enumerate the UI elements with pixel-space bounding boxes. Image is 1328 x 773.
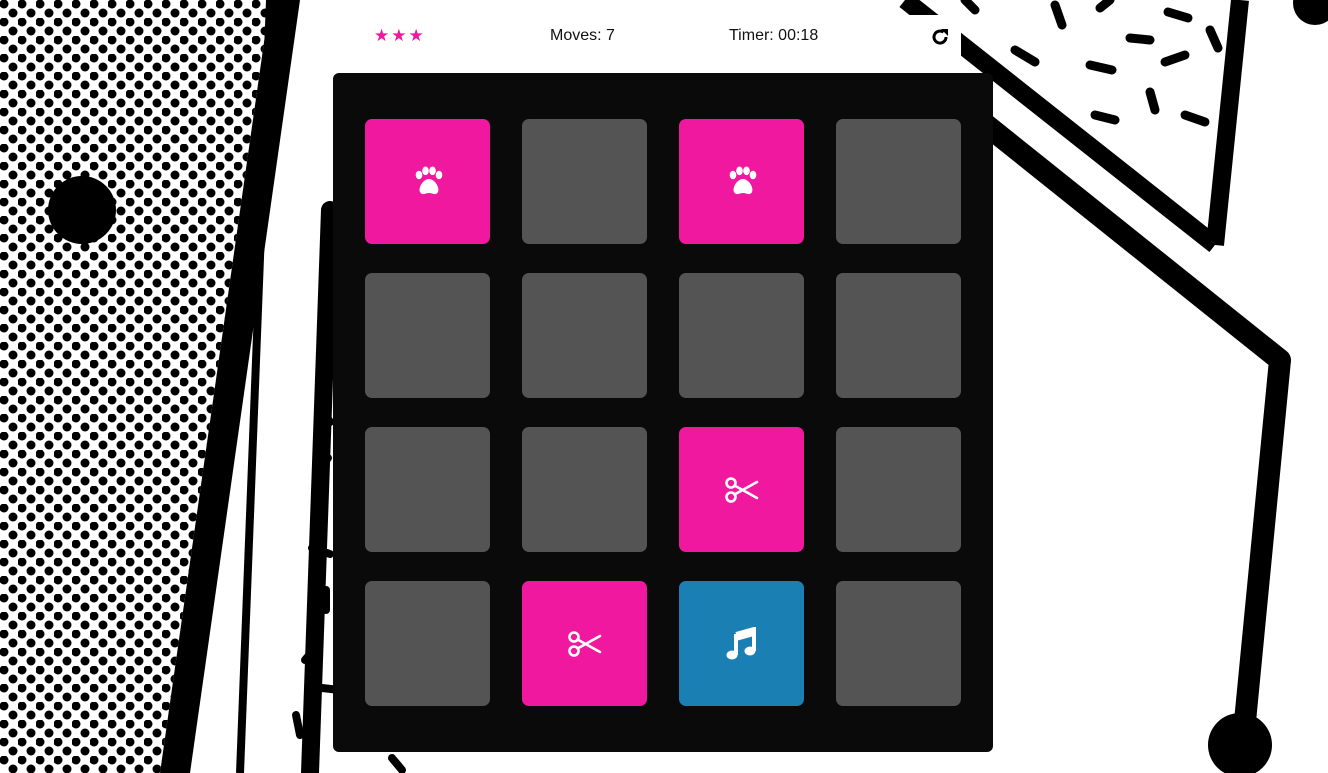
timer: Timer: 00:18 bbox=[729, 27, 819, 44]
card-match[interactable] bbox=[522, 581, 647, 706]
paw-icon bbox=[411, 166, 445, 198]
card-hidden[interactable] bbox=[836, 119, 961, 244]
card-hidden[interactable] bbox=[522, 427, 647, 552]
card-hidden[interactable] bbox=[836, 581, 961, 706]
card-match[interactable] bbox=[365, 119, 490, 244]
scissors-icon bbox=[567, 630, 603, 658]
paw-icon bbox=[725, 166, 759, 198]
scissors-icon bbox=[724, 476, 760, 504]
star-icon: ★ bbox=[391, 26, 407, 46]
restart-button[interactable] bbox=[928, 25, 952, 49]
moves-counter: Moves: 7 bbox=[550, 27, 615, 44]
card-hidden[interactable] bbox=[365, 273, 490, 398]
card-open[interactable] bbox=[679, 581, 804, 706]
card-hidden[interactable] bbox=[365, 581, 490, 706]
star-rating: ★ ★ ★ bbox=[374, 27, 424, 45]
card-hidden[interactable] bbox=[836, 273, 961, 398]
card-hidden[interactable] bbox=[522, 119, 647, 244]
star-icon: ★ bbox=[408, 26, 424, 46]
card-deck bbox=[333, 73, 993, 752]
card-match[interactable] bbox=[679, 427, 804, 552]
card-hidden[interactable] bbox=[522, 273, 647, 398]
music-note-icon bbox=[726, 626, 758, 661]
card-match[interactable] bbox=[679, 119, 804, 244]
card-hidden[interactable] bbox=[836, 427, 961, 552]
redo-icon bbox=[932, 29, 948, 45]
star-icon: ★ bbox=[374, 26, 390, 46]
card-hidden[interactable] bbox=[365, 427, 490, 552]
score-panel: ★ ★ ★ Moves: 7 Timer: 00:18 bbox=[354, 15, 961, 58]
card-hidden[interactable] bbox=[679, 273, 804, 398]
